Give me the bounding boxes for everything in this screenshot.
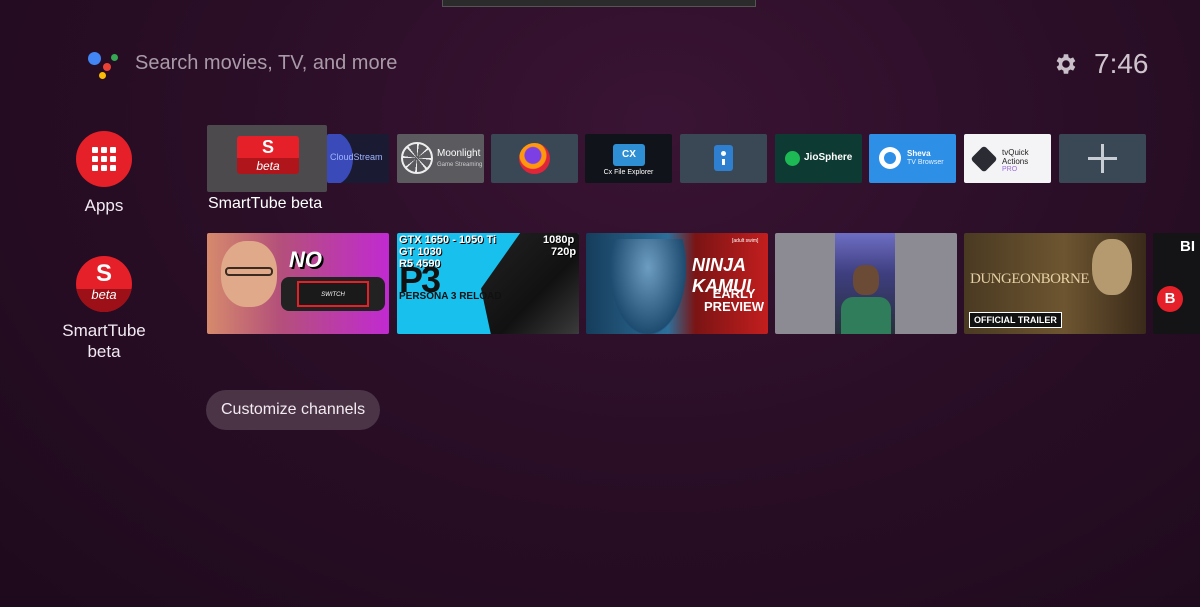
app-tile-remote[interactable] (680, 134, 767, 183)
switch-console-image: SWITCH (281, 277, 385, 311)
sidebar-item-label: SmartTube beta (62, 321, 146, 361)
apps-grid-icon (76, 131, 132, 187)
app-tile-cloudstream[interactable]: CloudStream (327, 134, 389, 183)
sidebar-item-smarttube[interactable]: S beta SmartTube beta (44, 256, 164, 362)
gear-icon[interactable] (1052, 51, 1078, 77)
sheva-icon (879, 147, 901, 169)
jiosphere-icon (785, 151, 800, 166)
app-tile-moonlight[interactable]: Moonlight Game Streaming (397, 134, 484, 183)
focused-app-label: SmartTube beta (208, 195, 323, 212)
official-trailer-badge: OFFICIAL TRAILER (969, 312, 1062, 328)
search-bar[interactable]: Search movies, TV, and more (135, 52, 397, 75)
app-tile-jiosphere[interactable]: JioSphere (775, 134, 862, 183)
tvquick-icon (970, 145, 998, 173)
video-thumbnail[interactable]: [adult swim] NINJA KAMUI EARLY PREVIEW (586, 233, 768, 334)
google-assistant-icon[interactable] (86, 50, 120, 80)
smarttube-icon: S beta (76, 256, 132, 312)
sidebar-item-label: Apps (84, 196, 124, 215)
customize-channels-button[interactable]: Customize channels (206, 390, 381, 430)
remote-icon (714, 145, 733, 171)
video-thumbnail[interactable] (775, 233, 957, 334)
video-thumbnail[interactable]: NO DOCK! SWITCH (207, 233, 389, 334)
moonlight-icon (401, 142, 433, 174)
add-app-button[interactable] (1059, 134, 1146, 183)
video-thumbnail[interactable]: BI B (1153, 233, 1200, 334)
app-tile-sheva[interactable]: Sheva TV Browser (869, 134, 956, 183)
channel-badge: B (1157, 286, 1183, 312)
app-tile-tvquick-actions[interactable]: tvQuick Actions PRO (964, 134, 1051, 183)
window-top-bar (442, 0, 756, 7)
clock: 7:46 (1094, 48, 1149, 79)
video-thumbnail[interactable]: DUNGEONBORNE OFFICIAL TRAILER (964, 233, 1146, 334)
firefox-icon (519, 143, 550, 174)
smarttube-logo: S beta (237, 136, 299, 174)
app-tile-firefox[interactable] (491, 134, 578, 183)
video-thumbnail[interactable]: GTX 1650 - 1050 Ti GT 1030 R5 4590 1080p… (397, 233, 579, 334)
app-tile-cx-file-explorer[interactable]: CX Cx File Explorer (585, 134, 672, 183)
sidebar-item-apps[interactable]: Apps (44, 131, 164, 216)
